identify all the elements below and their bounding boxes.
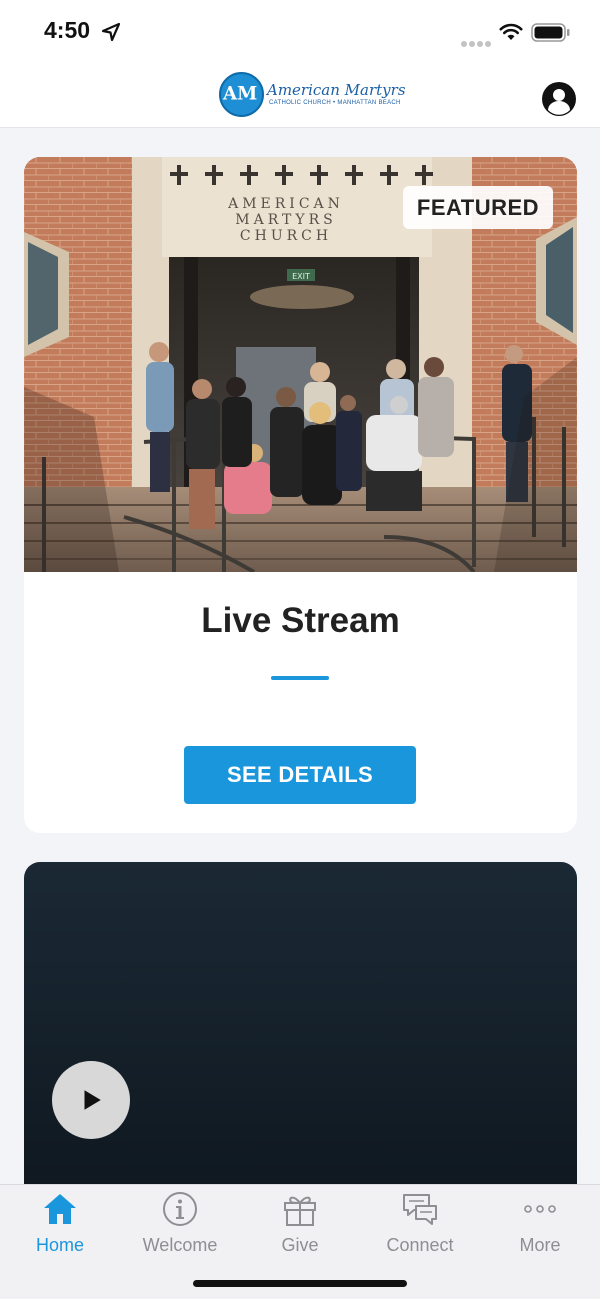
home-indicator — [193, 1280, 407, 1287]
card-title: Live Stream — [201, 601, 400, 640]
see-details-button[interactable]: SEE DETAILS — [184, 746, 416, 804]
tab-welcome[interactable]: Welcome — [120, 1185, 240, 1271]
logo-subtext: CATHOLIC CHURCH • MANHATTAN BEACH — [269, 100, 401, 106]
play-button[interactable] — [52, 1061, 130, 1139]
tab-label-more: More — [519, 1235, 561, 1255]
battery-icon — [531, 23, 570, 42]
sign-line-1: AMERICAN — [227, 196, 344, 212]
tab-label-connect: Connect — [386, 1235, 454, 1255]
gift-icon — [284, 1196, 316, 1226]
title-divider — [271, 676, 329, 680]
sign-line-2: MARTYRS — [235, 212, 336, 228]
app-header: AM American Martyrs CATHOLIC CHURCH • MA… — [0, 66, 600, 128]
church-logo[interactable]: AM American Martyrs CATHOLIC CHURCH • MA… — [219, 71, 406, 119]
logo-text: American Martyrs — [267, 81, 406, 99]
signal-dots-icon — [461, 34, 493, 52]
more-dots-icon — [524, 1205, 556, 1213]
sign-line-3: CHURCH — [240, 228, 332, 244]
church-entrance-image: AMERICAN MARTYRS CHURCH EXIT FEATURED — [24, 157, 577, 572]
tab-home[interactable]: Home — [0, 1185, 120, 1271]
status-time: 4:50 — [44, 17, 91, 43]
chat-bubbles-icon — [403, 1194, 437, 1225]
play-icon — [84, 1090, 101, 1110]
tab-label-give: Give — [281, 1235, 319, 1255]
home-icon — [44, 1194, 76, 1224]
logo-mark-icon: AM — [219, 72, 264, 117]
tab-bar: Home Welcome Give Connect More — [0, 1184, 600, 1299]
wifi-icon — [499, 23, 523, 40]
profile-icon[interactable] — [541, 81, 577, 117]
tab-label-welcome: Welcome — [142, 1235, 218, 1255]
tab-connect[interactable]: Connect — [360, 1185, 480, 1271]
exit-sign: EXIT — [292, 272, 310, 281]
video-player-card[interactable] — [24, 862, 577, 1192]
tab-more[interactable]: More — [480, 1185, 600, 1271]
tab-label-home: Home — [35, 1235, 84, 1255]
info-icon — [163, 1192, 197, 1226]
tab-give[interactable]: Give — [240, 1185, 360, 1271]
location-arrow-icon — [101, 22, 121, 42]
status-bar: 4:50 — [0, 0, 600, 66]
svg-text:AM: AM — [222, 84, 257, 105]
featured-badge: FEATURED — [403, 186, 553, 229]
featured-card[interactable]: AMERICAN MARTYRS CHURCH EXIT FEATURED Li… — [24, 157, 577, 833]
